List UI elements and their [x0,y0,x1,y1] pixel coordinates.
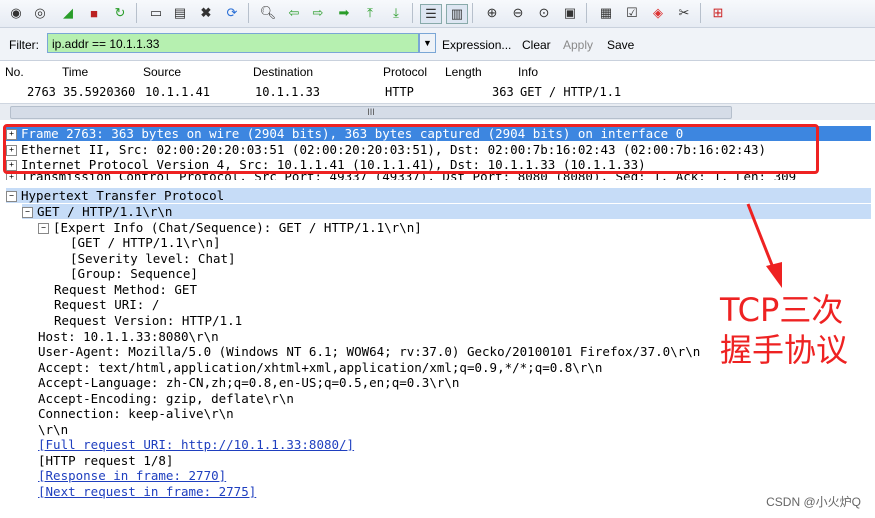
scrollbar-thumb[interactable]: III [10,106,732,119]
column-header-info[interactable]: Info [518,65,538,79]
tree-item-user-agent[interactable]: User-Agent: Mozilla/5.0 (Windows NT 6.1;… [38,344,700,359]
packet-length: 363 [492,85,514,99]
display-filters-icon[interactable]: ☑ [622,4,642,22]
preferences-icon[interactable]: ✂ [674,4,694,22]
get-text: GET / HTTP/1.1\r\n [37,204,173,219]
expert-text: [Expert Info (Chat/Sequence): GET / HTTP… [53,220,422,235]
tree-item-host[interactable]: Host: 10.1.1.33:8080\r\n [38,329,219,344]
find-packet-icon[interactable]: 🔍︎ [258,4,278,22]
zoom-in-icon[interactable]: ⊕ [482,4,502,22]
packet-list: No. Time Source Destination Protocol Len… [0,61,875,125]
link-response-frame[interactable]: [Response in frame: 2770] [38,468,226,483]
tree-item-group[interactable]: [Group: Sequence] [70,266,198,281]
stop-capture-icon[interactable]: ■ [84,4,104,22]
reload-icon[interactable]: ⟳ [222,4,242,22]
filter-label: Filter: [9,38,39,52]
toolbar-separator [472,3,473,23]
annotation-text: TCP三次 握手协议 [720,290,848,370]
save-file-icon[interactable]: ▤ [170,4,190,22]
tree-item-method[interactable]: Request Method: GET [54,282,197,297]
clear-button[interactable]: Clear [522,38,551,52]
coloring-rules-icon[interactable]: ◈ [648,4,668,22]
colorize-icon[interactable]: ☰ [420,4,442,24]
save-button[interactable]: Save [607,38,634,52]
go-forward-icon[interactable]: ⇨ [308,4,328,22]
column-header-time[interactable]: Time [62,65,88,79]
restart-capture-icon[interactable]: ↻ [110,4,130,22]
packet-time: 35.5920360 [63,85,136,99]
go-to-packet-icon[interactable]: ➡ [334,4,354,22]
tree-item-http-request[interactable]: [HTTP request 1/8] [38,453,173,468]
toolbar-separator [586,3,587,23]
watermark: CSDN @小火炉Q [766,495,861,509]
tree-item-crlf[interactable]: \r\n [38,422,68,437]
zoom-normal-icon[interactable]: ⊙ [534,4,554,22]
tree-item-expert[interactable]: − [Expert Info (Chat/Sequence): GET / HTT… [38,220,422,235]
collapse-icon[interactable]: − [6,191,17,202]
go-last-icon[interactable]: ⤓ [386,4,406,22]
tree-item-accept[interactable]: Accept: text/html,application/xhtml+xml,… [38,360,602,375]
link-next-request-frame[interactable]: [Next request in frame: 2775] [38,484,256,499]
capture-filters-icon[interactable]: ▦ [596,4,616,22]
highlight-box [3,124,819,174]
go-back-icon[interactable]: ⇦ [284,4,304,22]
packet-info: GET / HTTP/1.1 [520,85,622,99]
tree-item-expert-msg[interactable]: [GET / HTTP/1.1\r\n] [70,235,221,250]
column-header-length[interactable]: Length [445,65,482,79]
open-file-icon[interactable]: ▭ [146,4,166,22]
apply-button[interactable]: Apply [563,38,593,52]
column-header-destination[interactable]: Destination [253,65,313,79]
column-header-source[interactable]: Source [143,65,181,79]
options-icon[interactable]: ◎ [30,4,50,22]
chevron-down-icon[interactable]: ▼ [419,33,436,53]
packet-source: 10.1.1.41 [145,85,211,99]
annotation-line1: TCP三次 [720,291,844,329]
column-header-protocol[interactable]: Protocol [383,65,427,79]
toolbar-separator [700,3,701,23]
tree-item-accept-language[interactable]: Accept-Language: zh-CN,zh;q=0.8,en-US;q=… [38,375,459,390]
horizontal-scrollbar[interactable]: III [0,103,875,120]
help-icon[interactable]: ⊞ [708,4,728,22]
autoscroll-icon[interactable]: ▥ [446,4,468,24]
collapse-icon[interactable]: − [22,207,33,218]
close-file-icon[interactable]: ✖ [196,4,216,22]
go-first-icon[interactable]: ⤒ [360,4,380,22]
toolbar-separator [248,3,249,23]
annotation-line2: 握手协议 [720,331,849,369]
tree-item-version[interactable]: Request Version: HTTP/1.1 [54,313,242,328]
filter-input[interactable]: ip.addr == 10.1.1.33 [47,33,419,53]
link-full-request-uri[interactable]: [Full request URI: http://10.1.1.33:8080… [38,437,354,452]
packet-no: 2763 [27,85,56,99]
main-toolbar: ◉ ◎ ◢ ■ ↻ ▭ ▤ ✖ ⟳ 🔍︎ ⇦ ⇨ ➡ ⤒ ⤓ ☰ ▥ ⊕ ⊖ ⊙… [0,0,875,28]
http-text: Hypertext Transfer Protocol [21,188,225,203]
arrow-icon [746,203,782,288]
toolbar-separator [412,3,413,23]
tree-item-uri[interactable]: Request URI: / [54,297,159,312]
toolbar-separator [136,3,137,23]
packet-protocol: HTTP [385,85,414,99]
table-row[interactable]: 2763 35.5920360 10.1.1.41 10.1.1.33 HTTP… [0,81,875,103]
resize-columns-icon[interactable]: ▣ [560,4,580,22]
start-capture-icon[interactable]: ◢ [58,4,78,22]
tree-item-severity[interactable]: [Severity level: Chat] [70,251,236,266]
tree-item-accept-encoding[interactable]: Accept-Encoding: gzip, deflate\r\n [38,391,294,406]
tree-item-connection[interactable]: Connection: keep-alive\r\n [38,406,234,421]
expression-button[interactable]: Expression... [442,38,511,52]
packet-destination: 10.1.1.33 [255,85,321,99]
column-header-no[interactable]: No. [5,65,24,79]
zoom-out-icon[interactable]: ⊖ [508,4,528,22]
filter-bar: Filter: ip.addr == 10.1.1.33 ▼ Expressio… [0,28,875,61]
interfaces-icon[interactable]: ◉ [6,4,26,22]
collapse-icon[interactable]: − [38,223,49,234]
